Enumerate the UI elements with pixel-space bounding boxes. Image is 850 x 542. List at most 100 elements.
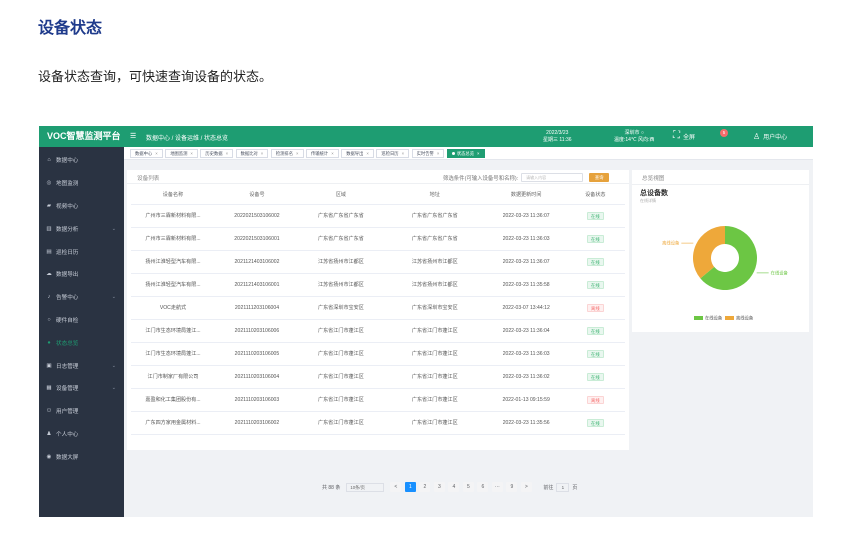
- table-row[interactable]: VOC走航式 2021111203106004 广东省深圳市宝安区 广东省深圳市宝安区…: [131, 296, 625, 320]
- sidebar-item-label: 状态总览: [56, 340, 79, 347]
- close-icon[interactable]: ×: [261, 151, 264, 156]
- table-cell: 2021110203106005: [214, 342, 299, 366]
- sidebar-item-label: 数据大屏: [56, 454, 79, 461]
- table-cell: 广东四方家用金属材料...: [131, 411, 215, 435]
- sidebar-item[interactable]: ● 状态总览: [39, 331, 124, 354]
- table-cell: 江苏省扬州市江都区: [298, 273, 383, 297]
- page-number-button[interactable]: 1: [404, 482, 416, 492]
- table-cell: 广东省江门市蓬江区: [298, 411, 383, 435]
- menu-toggle-icon[interactable]: ☰: [130, 132, 136, 141]
- tab[interactable]: 传输统计 ×: [306, 148, 339, 158]
- close-icon[interactable]: ×: [402, 151, 405, 156]
- table-cell: 广东省广东省广东省: [298, 204, 383, 228]
- doc-title: 设备状态: [38, 20, 103, 37]
- page-number-button[interactable]: ···: [491, 482, 503, 492]
- table-cell: 2022-03-23 11:35:56: [486, 411, 566, 435]
- table-cell: 2022021503106002: [214, 204, 299, 228]
- goto-label: 前往: [543, 484, 554, 491]
- column-header: 地址: [382, 186, 487, 205]
- sidebar-item[interactable]: ▤ 巡检日历: [39, 240, 124, 263]
- close-icon[interactable]: ×: [190, 151, 193, 156]
- page-size-select[interactable]: 10条/页: [346, 482, 385, 492]
- fullscreen-button[interactable]: ⛶ 全屏: [673, 131, 695, 141]
- calendar-icon: ▤: [46, 248, 52, 255]
- table-cell: 2021121403106001: [214, 273, 299, 297]
- tab[interactable]: 检测排名 ×: [270, 148, 304, 158]
- legend-label[interactable]: 离线设备: [736, 315, 754, 322]
- table-row[interactable]: 江门市生态环境局蓬江... 2021110203106005 广东省江门市蓬江区 广东…: [131, 342, 625, 366]
- sidebar: VOC智慧监测平台 ⌂ 数据中心 ◎ 地图监测 ▰ 视频中心 ▥ 数据分析 ⌄ ▤ 巡检日历 ☁ 数据导…: [39, 126, 124, 517]
- column-header: 设备状态: [565, 186, 625, 205]
- page-number-button[interactable]: 3: [433, 482, 445, 492]
- page-number-button[interactable]: 4: [448, 482, 460, 492]
- tab[interactable]: 历史数据 ×: [200, 148, 234, 158]
- page-number-button[interactable]: 5: [462, 482, 474, 492]
- search-button[interactable]: 查询: [589, 173, 610, 182]
- overview-panel: 总览視图 总设备数 在线详情 在线设备 离线设备 在线设备 离线设备: [632, 170, 809, 332]
- notification-badge: 5: [720, 129, 728, 137]
- table-cell: 在线: [565, 411, 625, 435]
- page-number-button[interactable]: 2: [419, 482, 431, 492]
- close-icon[interactable]: ×: [437, 151, 440, 156]
- pie-slice[interactable]: [693, 226, 725, 279]
- prev-page-button[interactable]: <: [390, 482, 402, 492]
- close-icon[interactable]: ×: [331, 151, 334, 156]
- tab[interactable]: 数据导出 ×: [341, 148, 374, 158]
- close-icon[interactable]: ×: [366, 151, 369, 156]
- doc-description: 设备状态查询，可快速查询设备的状态。: [38, 69, 273, 84]
- home-icon: ⌂: [47, 157, 51, 164]
- page-number-button[interactable]: 6: [477, 482, 489, 492]
- sidebar-item-label: 巡检日历: [56, 249, 79, 256]
- sidebar-item[interactable]: ◎ 地图监测: [39, 172, 124, 195]
- user-center-button[interactable]: ♙ 用户中心: [753, 132, 787, 141]
- tab[interactable]: 数据中心 ×: [130, 148, 163, 158]
- tab[interactable]: 状态总览 ×: [446, 148, 485, 158]
- sidebar-item[interactable]: ⌂ 数据中心: [39, 149, 124, 172]
- sidebar-item[interactable]: ⚇ 用户管理: [39, 400, 124, 423]
- close-icon[interactable]: ×: [296, 151, 299, 156]
- page-number-button[interactable]: 9: [506, 482, 518, 492]
- goto-page-input[interactable]: 1: [556, 482, 570, 492]
- close-icon[interactable]: ×: [155, 151, 158, 156]
- table-cell: 广州市三霖新材料有限...: [131, 227, 215, 251]
- next-page-button[interactable]: >: [520, 482, 532, 492]
- table-row[interactable]: 嘉盈和化工集团股份有... 2021110203106003 广东省江门市蓬江区 广东…: [131, 388, 625, 412]
- sidebar-item[interactable]: ▰ 视频中心: [39, 195, 124, 218]
- close-icon[interactable]: ×: [477, 151, 480, 156]
- table-row[interactable]: 广东四方家用金属材料... 2021110203106002 广东省江门市蓬江区 广东…: [131, 411, 625, 435]
- person-icon: ♟: [46, 430, 52, 437]
- status-badge: 离线: [587, 395, 604, 404]
- sidebar-item[interactable]: ♟ 个人中心: [39, 423, 124, 446]
- sidebar-item[interactable]: ☁ 数据导出: [39, 263, 124, 286]
- table-row[interactable]: 扬州江淮轻型汽车有限... 2021121403106002 江苏省扬州市江都区 江苏…: [131, 250, 625, 274]
- tab[interactable]: 巡检日历 ×: [376, 148, 410, 158]
- notification-bell-icon[interactable]: 5: [720, 129, 730, 139]
- table-cell: 广东省江门市蓬江区: [298, 319, 383, 343]
- sidebar-item[interactable]: ▥ 数据分析 ⌄: [39, 217, 124, 240]
- sidebar-item[interactable]: ♪ 告警中心 ⌄: [39, 286, 124, 309]
- tab[interactable]: 数据比对 ×: [235, 148, 269, 158]
- close-icon[interactable]: ×: [226, 151, 229, 156]
- table-cell: 2022021503106001: [214, 227, 299, 251]
- weather-display: 深圳市 ○ 温度:14℃ 风向:西: [614, 130, 654, 143]
- table-row[interactable]: 江门市生态环境局蓬江... 2021110203106006 广东省江门市蓬江区 广东…: [131, 319, 625, 343]
- column-header: 设备名称: [131, 186, 215, 205]
- sidebar-item[interactable]: ◉ 数据大屏: [39, 445, 124, 468]
- table-row[interactable]: 江门市制家厂有限公司 2021110203106004 广东省江门市蓬江区 广东省江门…: [131, 365, 625, 389]
- table-row[interactable]: 广州市三霖新材料有限... 2022021503106002 广东省广东省广东省 广东…: [131, 204, 625, 228]
- tab[interactable]: 实时告警 ×: [411, 148, 445, 158]
- sidebar-item-label: 数据分析: [56, 226, 79, 233]
- sidebar-item-label: 个人中心: [56, 431, 79, 438]
- sidebar-item[interactable]: ○ 硬件自检: [39, 309, 124, 332]
- table-row[interactable]: 广州市三霖新材料有限... 2022021503106001 广东省广东省广东省 广东…: [131, 227, 625, 251]
- fullscreen-label: 全屏: [683, 134, 696, 141]
- filter-input[interactable]: 请输入内容: [521, 173, 584, 182]
- sidebar-item[interactable]: ▦ 设备管理 ⌄: [39, 377, 124, 400]
- sidebar-item[interactable]: ▣ 日志管理 ⌄: [39, 354, 124, 377]
- status-badge: 在线: [587, 280, 604, 289]
- table-row[interactable]: 扬州江淮轻型汽车有限... 2021121403106001 江苏省扬州市江都区 江苏…: [131, 273, 625, 297]
- tab[interactable]: 地图监测 ×: [165, 148, 198, 158]
- table-cell: 广东省江门市蓬江区: [298, 342, 383, 366]
- legend-label[interactable]: 在线设备: [705, 315, 723, 322]
- filter-label: 筛选条件(可输入设备号和名称):: [443, 175, 519, 182]
